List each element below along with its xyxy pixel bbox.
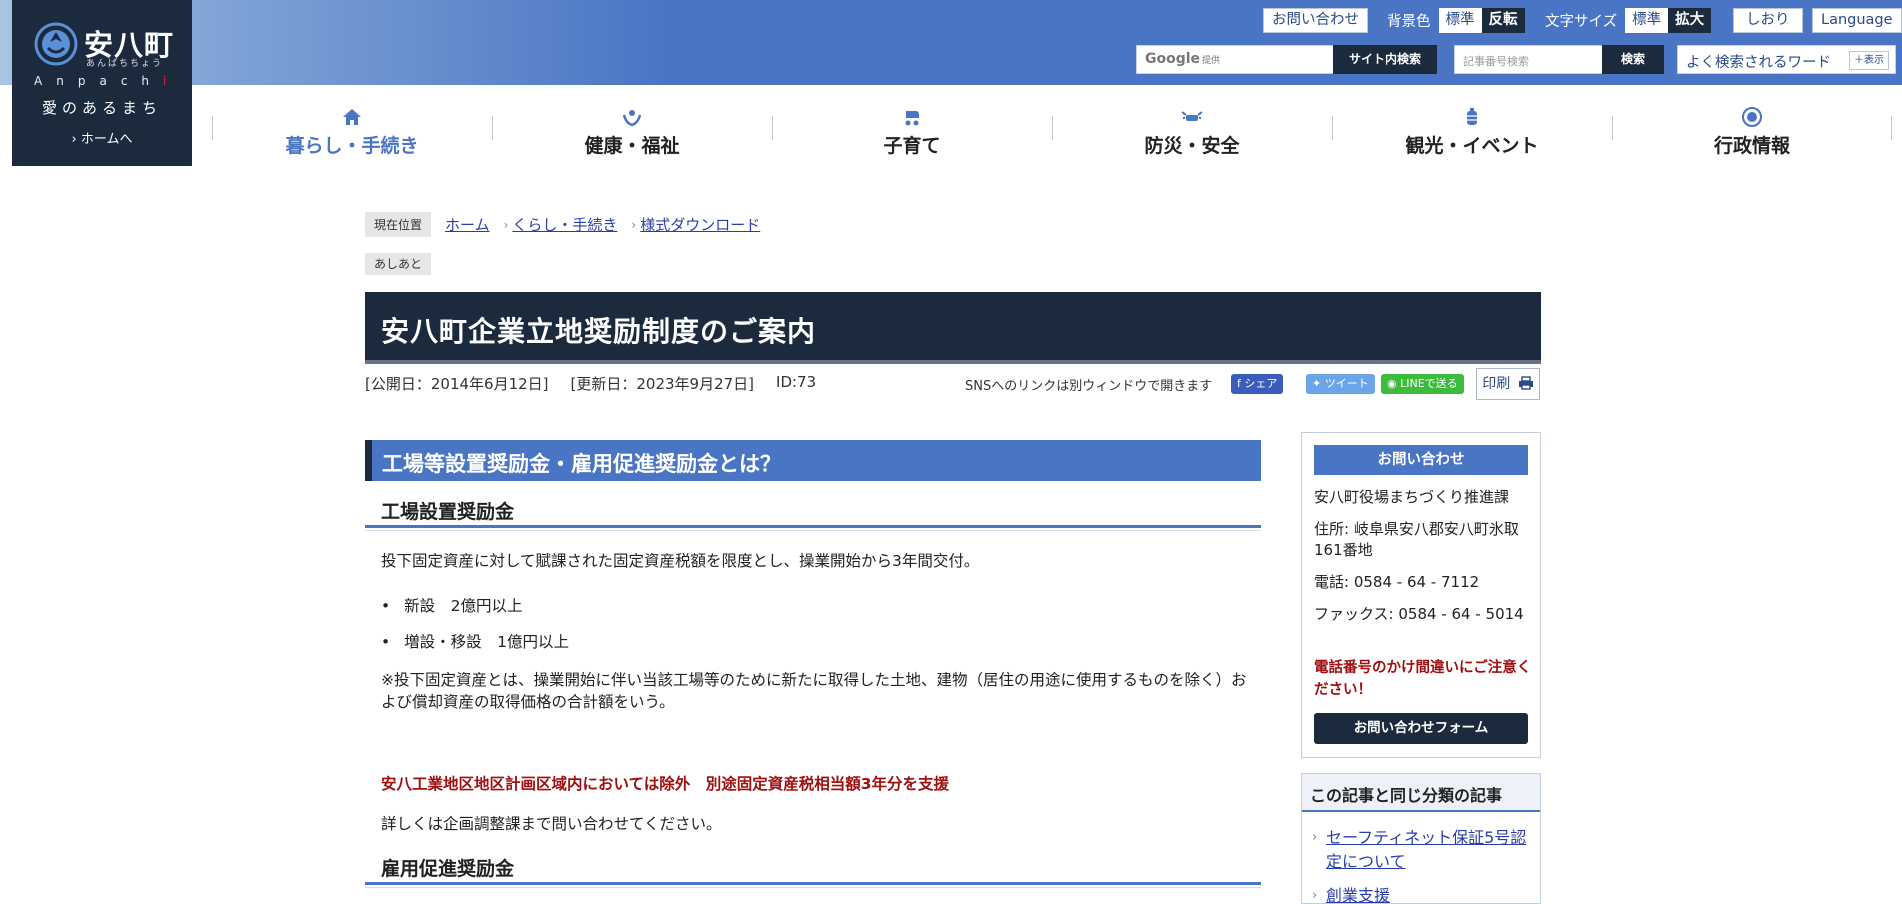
house-icon	[343, 109, 361, 125]
article-id-search-button[interactable]: 検索	[1602, 45, 1664, 74]
contact-phone: 電話: 0584 - 64 - 7112	[1314, 573, 1480, 591]
subheading-employment: 雇用促進奨励金	[365, 849, 1261, 888]
subheading-factory: 工場設置奨励金	[365, 492, 1261, 531]
breadcrumb-forms[interactable]: 様式ダウンロード	[640, 214, 760, 235]
logo-kana: あんぱちちょう	[86, 59, 164, 69]
town-emblem-icon	[34, 22, 78, 66]
bg-color-label: 背景色	[1387, 13, 1431, 30]
nav-administration[interactable]: 行政情報	[1612, 100, 1892, 160]
twitter-bird-icon: ✦	[1312, 377, 1325, 390]
town-emblem-icon	[1742, 107, 1762, 127]
nav-childcare[interactable]: 子育て	[772, 100, 1052, 160]
google-search-input[interactable]: Google 提供	[1136, 45, 1334, 74]
factory-description: 投下固定資産に対して賦課された固定資産税額を限度とし、操業開始から3年間交付。	[381, 552, 980, 570]
ashiato-button[interactable]: あしあと	[365, 253, 432, 275]
bookmark-button[interactable]: しおり	[1733, 7, 1803, 33]
contact-fax: ファックス: 0584 - 64 - 5014	[1314, 605, 1524, 623]
nav-living[interactable]: 暮らし・手続き	[212, 100, 492, 160]
contact-form-button[interactable]: お問い合わせフォーム	[1314, 713, 1528, 744]
stroller-icon	[905, 111, 919, 126]
site-logo[interactable]: 安八町 あんぱちちょう Anpachi 愛のあるまち › ホームへ	[12, 0, 192, 166]
breadcrumb: 現在位置 ホーム › くらし・手続き › 様式ダウンロード	[365, 212, 760, 237]
popular-words-box[interactable]: よく検索されるワード ＋表示	[1677, 45, 1896, 74]
list-item: 新設 2億円以上	[381, 594, 522, 616]
article-id-input[interactable]: 記事番号検索	[1454, 45, 1603, 74]
font-standard-button[interactable]: 標準	[1625, 7, 1669, 33]
popular-words-label: よく検索されるワード	[1686, 55, 1831, 71]
site-search-button[interactable]: サイト内検索	[1333, 45, 1437, 74]
nav-tourism[interactable]: 観光・イベント	[1332, 100, 1612, 160]
list-item: 増設・移設 1億円以上	[381, 630, 569, 652]
bg-standard-button[interactable]: 標準	[1438, 7, 1482, 33]
contact-panel: お問い合わせ 安八町役場まちづくり推進課 住所: 岐阜県安八郡安八町氷取161番…	[1301, 432, 1541, 758]
print-button[interactable]: 印刷	[1476, 368, 1540, 400]
contact-button[interactable]: お問い合わせ	[1263, 7, 1368, 33]
sns-note: SNSへのリンクは別ウィンドウで開きます	[965, 379, 1213, 394]
chevron-right-icon: ›	[1312, 830, 1318, 845]
line-icon: ◉	[1387, 377, 1401, 390]
breadcrumb-home[interactable]: ホーム	[445, 214, 490, 235]
chevron-right-icon: ›	[503, 217, 509, 232]
google-logo: Google 提供	[1145, 51, 1221, 67]
lantern-icon	[1467, 108, 1477, 125]
line-send-button[interactable]: ◉ LINEで送る	[1381, 374, 1464, 394]
chevron-right-icon: ›	[1312, 888, 1318, 903]
language-button[interactable]: Language	[1812, 7, 1902, 33]
article-meta: [公開日：2014年6月12日] [更新日：2023年9月27日] ID:73	[365, 373, 816, 394]
section-heading: 工場等設置奨励金・雇用促進奨励金とは？	[365, 440, 1261, 481]
exclusion-notice: 安八工業地区地区計画区域内においては除外 別途固定資産税相当額3年分を支援	[381, 775, 950, 793]
logo-roman: Anpachi	[34, 74, 181, 88]
font-large-button[interactable]: 拡大	[1668, 7, 1712, 33]
related-article-link[interactable]: セーフティネット保証5号認定について	[1326, 826, 1536, 874]
facebook-share-button[interactable]: f シェア	[1231, 374, 1284, 394]
font-size-switch: 標準 拡大	[1625, 7, 1712, 33]
related-article-link[interactable]: 創業支援	[1326, 884, 1536, 903]
popular-words-toggle[interactable]: ＋表示	[1849, 51, 1889, 70]
inquiry-instruction: 詳しくは企画調整課まで問い合わせてください。	[381, 815, 722, 833]
alarm-light-icon	[1181, 111, 1203, 121]
twitter-tweet-button[interactable]: ✦ ツイート	[1306, 374, 1375, 394]
contact-department: 安八町役場まちづくり推進課	[1314, 488, 1510, 506]
global-nav: 暮らし・手続き 健康・福祉 子育て 防災・安全 観光・イベント 行政情報	[212, 100, 1892, 160]
contact-address: 住所: 岐阜県安八郡安八町氷取161番地	[1314, 520, 1519, 559]
asset-note: ※投下固定資産とは、操業開始に伴い当該工場等のために新たに取得した土地、建物（居…	[381, 671, 1247, 711]
home-link[interactable]: › ホームへ	[12, 128, 192, 147]
font-size-label: 文字サイズ	[1545, 13, 1618, 30]
nav-disaster[interactable]: 防災・安全	[1052, 100, 1332, 160]
page-title-bar: 安八町企業立地奨励制度のご案内	[365, 292, 1541, 364]
current-location-label: 現在位置	[365, 212, 432, 237]
chevron-right-icon: ›	[631, 217, 637, 232]
bg-invert-button[interactable]: 反転	[1481, 7, 1525, 33]
related-articles-panel: この記事と同じ分類の記事 › セーフティネット保証5号認定について › 創業支援	[1301, 773, 1541, 904]
article-id: ID:73	[776, 373, 817, 391]
updated-date: [更新日：2023年9月27日]	[570, 375, 755, 393]
related-articles-heading: この記事と同じ分類の記事	[1302, 774, 1540, 812]
phone-warning: 電話番号のかけ間違いにご注意ください！	[1314, 660, 1532, 698]
breadcrumb-living[interactable]: くらし・手続き	[512, 214, 617, 235]
bg-color-switch: 標準 反転	[1438, 7, 1525, 33]
logo-tagline: 愛のあるまち	[41, 99, 162, 117]
printer-icon	[1518, 376, 1533, 390]
contact-panel-heading: お問い合わせ	[1314, 445, 1528, 475]
published-date: [公開日：2014年6月12日]	[365, 375, 549, 393]
care-hands-icon	[622, 110, 642, 127]
nav-health[interactable]: 健康・福祉	[492, 100, 772, 160]
page-title: 安八町企業立地奨励制度のご案内	[381, 315, 817, 348]
